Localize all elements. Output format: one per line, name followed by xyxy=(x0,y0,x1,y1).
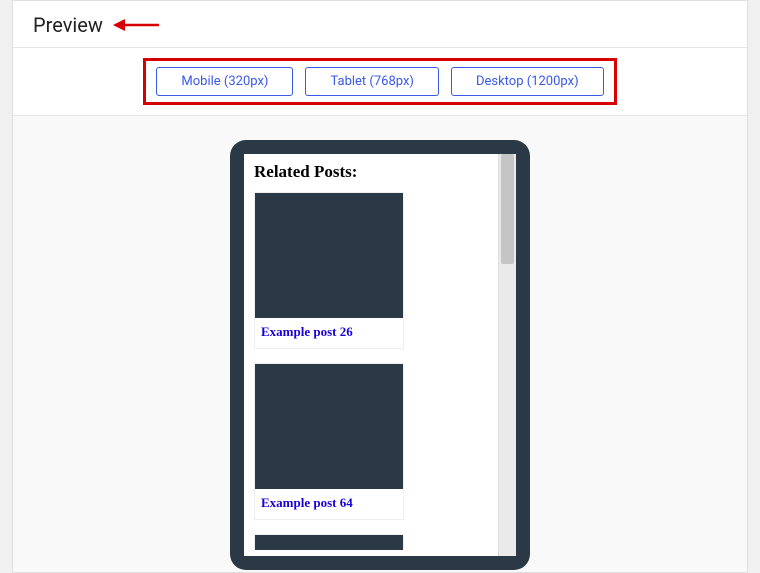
post-thumbnail xyxy=(255,364,403,489)
annotation-highlight-box: Mobile (320px) Tablet (768px) Desktop (1… xyxy=(143,58,616,105)
device-frame: Related Posts: Example post 26 Example p… xyxy=(230,140,530,570)
preview-scrollbar[interactable] xyxy=(498,154,516,556)
preview-canvas: Related Posts: Example post 26 Example p… xyxy=(13,116,747,572)
device-screen: Related Posts: Example post 26 Example p… xyxy=(244,154,516,556)
related-posts-heading: Related Posts: xyxy=(254,162,488,182)
post-title-link[interactable]: Example post 26 xyxy=(255,318,403,348)
preview-panel: Preview Mobile (320px) Tablet (768px) De… xyxy=(12,0,748,573)
preview-content: Related Posts: Example post 26 Example p… xyxy=(244,154,498,556)
related-post-card: Example post 64 xyxy=(254,363,404,520)
tablet-viewport-button[interactable]: Tablet (768px) xyxy=(305,67,439,96)
post-thumbnail xyxy=(255,193,403,318)
viewport-toolbar: Mobile (320px) Tablet (768px) Desktop (1… xyxy=(13,47,747,116)
arrow-left-icon xyxy=(113,18,159,32)
preview-title: Preview xyxy=(33,13,103,37)
panel-header: Preview xyxy=(13,1,747,47)
desktop-viewport-button[interactable]: Desktop (1200px) xyxy=(451,67,604,96)
post-thumbnail xyxy=(254,534,404,550)
mobile-viewport-button[interactable]: Mobile (320px) xyxy=(156,67,293,96)
post-title-link[interactable]: Example post 64 xyxy=(255,489,403,519)
scrollbar-thumb[interactable] xyxy=(501,154,514,264)
related-post-card: Example post 26 xyxy=(254,192,404,349)
